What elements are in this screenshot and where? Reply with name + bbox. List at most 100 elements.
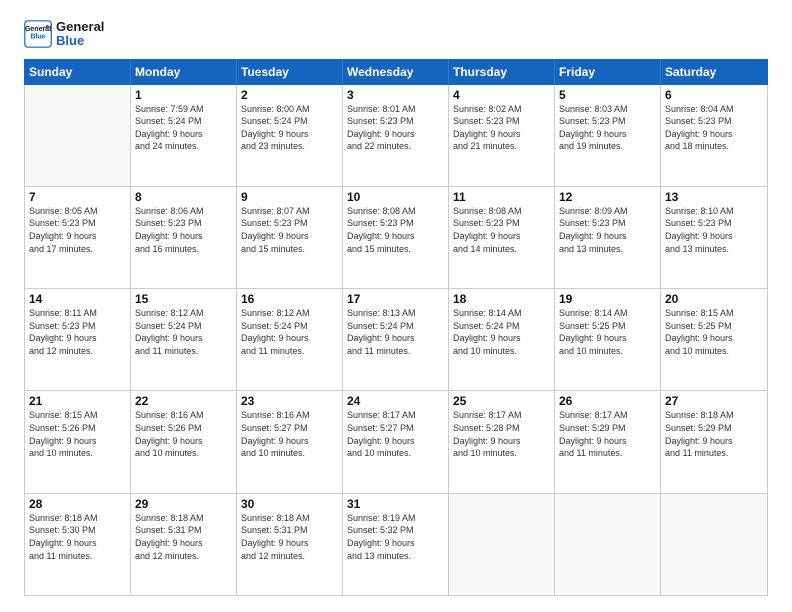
day-number: 12: [559, 190, 656, 204]
day-info: Sunrise: 8:16 AM Sunset: 5:26 PM Dayligh…: [135, 409, 232, 459]
day-number: 13: [665, 190, 763, 204]
day-number: 14: [29, 292, 126, 306]
logo-icon: General Blue: [24, 20, 52, 48]
day-number: 27: [665, 394, 763, 408]
header-cell-friday: Friday: [555, 60, 661, 84]
day-cell-empty-4-5: [555, 494, 661, 595]
day-number: 17: [347, 292, 444, 306]
day-cell-9: 9Sunrise: 8:07 AM Sunset: 5:23 PM Daylig…: [237, 187, 343, 288]
calendar-row-5: 28Sunrise: 8:18 AM Sunset: 5:30 PM Dayli…: [25, 494, 767, 595]
calendar-body: 1Sunrise: 7:59 AM Sunset: 5:24 PM Daylig…: [24, 85, 768, 596]
day-number: 9: [241, 190, 338, 204]
day-cell-31: 31Sunrise: 8:19 AM Sunset: 5:32 PM Dayli…: [343, 494, 449, 595]
day-number: 30: [241, 497, 338, 511]
day-number: 11: [453, 190, 550, 204]
day-number: 2: [241, 88, 338, 102]
day-cell-4: 4Sunrise: 8:02 AM Sunset: 5:23 PM Daylig…: [449, 85, 555, 186]
day-cell-2: 2Sunrise: 8:00 AM Sunset: 5:24 PM Daylig…: [237, 85, 343, 186]
day-info: Sunrise: 8:18 AM Sunset: 5:31 PM Dayligh…: [241, 512, 338, 562]
day-cell-17: 17Sunrise: 8:13 AM Sunset: 5:24 PM Dayli…: [343, 289, 449, 390]
day-info: Sunrise: 8:15 AM Sunset: 5:25 PM Dayligh…: [665, 307, 763, 357]
day-number: 10: [347, 190, 444, 204]
day-number: 20: [665, 292, 763, 306]
day-number: 15: [135, 292, 232, 306]
day-info: Sunrise: 8:08 AM Sunset: 5:23 PM Dayligh…: [347, 205, 444, 255]
day-cell-14: 14Sunrise: 8:11 AM Sunset: 5:23 PM Dayli…: [25, 289, 131, 390]
day-number: 18: [453, 292, 550, 306]
day-number: 26: [559, 394, 656, 408]
day-info: Sunrise: 8:03 AM Sunset: 5:23 PM Dayligh…: [559, 103, 656, 153]
day-cell-24: 24Sunrise: 8:17 AM Sunset: 5:27 PM Dayli…: [343, 391, 449, 492]
day-number: 22: [135, 394, 232, 408]
day-number: 5: [559, 88, 656, 102]
logo-text-line1: General: [56, 20, 104, 34]
day-info: Sunrise: 8:08 AM Sunset: 5:23 PM Dayligh…: [453, 205, 550, 255]
calendar-row-2: 7Sunrise: 8:05 AM Sunset: 5:23 PM Daylig…: [25, 187, 767, 289]
day-cell-30: 30Sunrise: 8:18 AM Sunset: 5:31 PM Dayli…: [237, 494, 343, 595]
calendar-header: SundayMondayTuesdayWednesdayThursdayFrid…: [24, 59, 768, 85]
day-info: Sunrise: 8:16 AM Sunset: 5:27 PM Dayligh…: [241, 409, 338, 459]
day-number: 29: [135, 497, 232, 511]
day-info: Sunrise: 8:11 AM Sunset: 5:23 PM Dayligh…: [29, 307, 126, 357]
day-cell-12: 12Sunrise: 8:09 AM Sunset: 5:23 PM Dayli…: [555, 187, 661, 288]
day-cell-6: 6Sunrise: 8:04 AM Sunset: 5:23 PM Daylig…: [661, 85, 767, 186]
day-number: 24: [347, 394, 444, 408]
day-cell-empty-4-4: [449, 494, 555, 595]
day-number: 25: [453, 394, 550, 408]
calendar-row-3: 14Sunrise: 8:11 AM Sunset: 5:23 PM Dayli…: [25, 289, 767, 391]
day-cell-empty-0-0: [25, 85, 131, 186]
day-info: Sunrise: 8:01 AM Sunset: 5:23 PM Dayligh…: [347, 103, 444, 153]
day-cell-1: 1Sunrise: 7:59 AM Sunset: 5:24 PM Daylig…: [131, 85, 237, 186]
day-cell-13: 13Sunrise: 8:10 AM Sunset: 5:23 PM Dayli…: [661, 187, 767, 288]
day-info: Sunrise: 8:09 AM Sunset: 5:23 PM Dayligh…: [559, 205, 656, 255]
day-info: Sunrise: 8:18 AM Sunset: 5:29 PM Dayligh…: [665, 409, 763, 459]
header-cell-thursday: Thursday: [449, 60, 555, 84]
day-cell-26: 26Sunrise: 8:17 AM Sunset: 5:29 PM Dayli…: [555, 391, 661, 492]
day-info: Sunrise: 8:14 AM Sunset: 5:24 PM Dayligh…: [453, 307, 550, 357]
day-cell-8: 8Sunrise: 8:06 AM Sunset: 5:23 PM Daylig…: [131, 187, 237, 288]
day-cell-23: 23Sunrise: 8:16 AM Sunset: 5:27 PM Dayli…: [237, 391, 343, 492]
day-cell-20: 20Sunrise: 8:15 AM Sunset: 5:25 PM Dayli…: [661, 289, 767, 390]
logo: General Blue General Blue: [24, 20, 104, 49]
day-number: 19: [559, 292, 656, 306]
page-header: General Blue General Blue: [24, 20, 768, 49]
calendar: SundayMondayTuesdayWednesdayThursdayFrid…: [24, 59, 768, 596]
day-cell-25: 25Sunrise: 8:17 AM Sunset: 5:28 PM Dayli…: [449, 391, 555, 492]
day-info: Sunrise: 8:17 AM Sunset: 5:29 PM Dayligh…: [559, 409, 656, 459]
day-info: Sunrise: 8:12 AM Sunset: 5:24 PM Dayligh…: [241, 307, 338, 357]
day-info: Sunrise: 8:07 AM Sunset: 5:23 PM Dayligh…: [241, 205, 338, 255]
day-number: 16: [241, 292, 338, 306]
day-info: Sunrise: 8:06 AM Sunset: 5:23 PM Dayligh…: [135, 205, 232, 255]
calendar-row-1: 1Sunrise: 7:59 AM Sunset: 5:24 PM Daylig…: [25, 85, 767, 187]
day-cell-7: 7Sunrise: 8:05 AM Sunset: 5:23 PM Daylig…: [25, 187, 131, 288]
day-number: 3: [347, 88, 444, 102]
day-info: Sunrise: 8:14 AM Sunset: 5:25 PM Dayligh…: [559, 307, 656, 357]
day-info: Sunrise: 8:13 AM Sunset: 5:24 PM Dayligh…: [347, 307, 444, 357]
day-info: Sunrise: 7:59 AM Sunset: 5:24 PM Dayligh…: [135, 103, 232, 153]
day-cell-11: 11Sunrise: 8:08 AM Sunset: 5:23 PM Dayli…: [449, 187, 555, 288]
day-number: 28: [29, 497, 126, 511]
day-number: 8: [135, 190, 232, 204]
header-cell-sunday: Sunday: [25, 60, 131, 84]
day-number: 23: [241, 394, 338, 408]
day-info: Sunrise: 8:15 AM Sunset: 5:26 PM Dayligh…: [29, 409, 126, 459]
day-number: 4: [453, 88, 550, 102]
day-info: Sunrise: 8:05 AM Sunset: 5:23 PM Dayligh…: [29, 205, 126, 255]
day-cell-5: 5Sunrise: 8:03 AM Sunset: 5:23 PM Daylig…: [555, 85, 661, 186]
day-info: Sunrise: 8:18 AM Sunset: 5:30 PM Dayligh…: [29, 512, 126, 562]
day-cell-27: 27Sunrise: 8:18 AM Sunset: 5:29 PM Dayli…: [661, 391, 767, 492]
day-info: Sunrise: 8:02 AM Sunset: 5:23 PM Dayligh…: [453, 103, 550, 153]
day-info: Sunrise: 8:17 AM Sunset: 5:27 PM Dayligh…: [347, 409, 444, 459]
day-cell-empty-4-6: [661, 494, 767, 595]
day-cell-28: 28Sunrise: 8:18 AM Sunset: 5:30 PM Dayli…: [25, 494, 131, 595]
day-info: Sunrise: 8:19 AM Sunset: 5:32 PM Dayligh…: [347, 512, 444, 562]
day-cell-15: 15Sunrise: 8:12 AM Sunset: 5:24 PM Dayli…: [131, 289, 237, 390]
day-number: 6: [665, 88, 763, 102]
header-cell-wednesday: Wednesday: [343, 60, 449, 84]
day-number: 21: [29, 394, 126, 408]
day-info: Sunrise: 8:10 AM Sunset: 5:23 PM Dayligh…: [665, 205, 763, 255]
header-cell-monday: Monday: [131, 60, 237, 84]
day-cell-3: 3Sunrise: 8:01 AM Sunset: 5:23 PM Daylig…: [343, 85, 449, 186]
calendar-row-4: 21Sunrise: 8:15 AM Sunset: 5:26 PM Dayli…: [25, 391, 767, 493]
day-cell-19: 19Sunrise: 8:14 AM Sunset: 5:25 PM Dayli…: [555, 289, 661, 390]
